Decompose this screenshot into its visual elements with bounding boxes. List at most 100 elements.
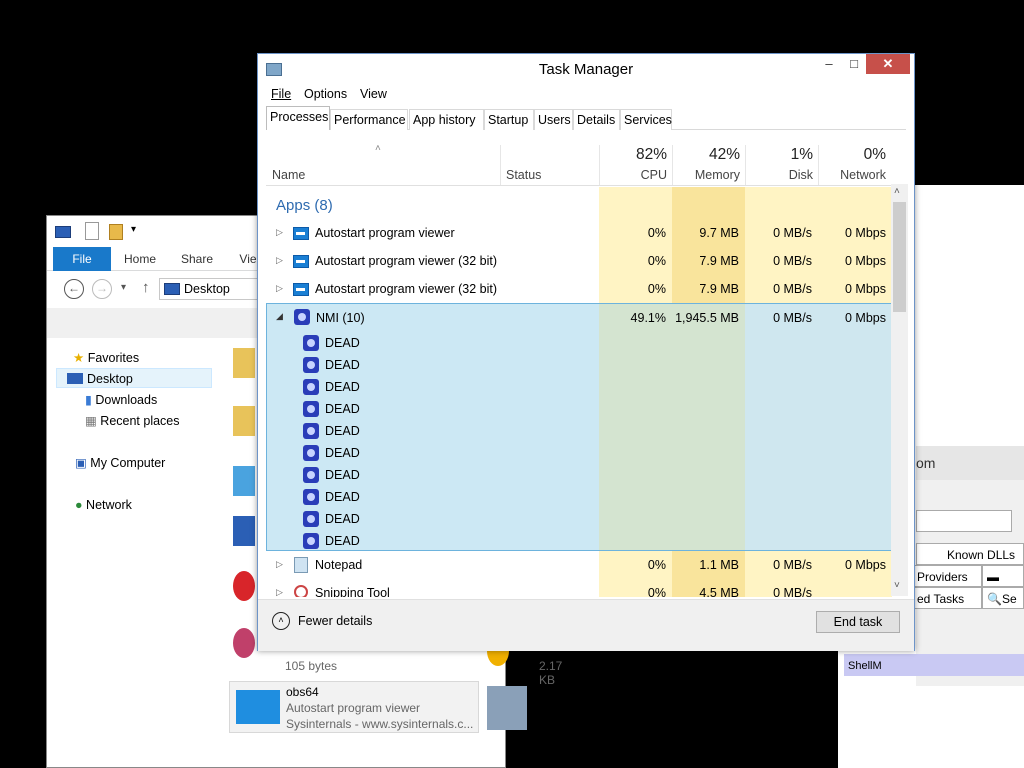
- header-cpu[interactable]: CPU: [599, 168, 667, 182]
- collapse-icon[interactable]: ◢: [276, 311, 283, 322]
- header-memory-total: 42%: [708, 146, 740, 163]
- installer-icon[interactable]: [487, 686, 527, 730]
- shortcut-icon[interactable]: [233, 628, 255, 658]
- child-process[interactable]: DEAD: [267, 398, 893, 420]
- table-row[interactable]: ▷ Autostart program viewer (32 bit) 0% 7…: [266, 247, 892, 275]
- tab-services[interactable]: 🔍Se: [982, 587, 1024, 609]
- snipping-tool-icon: [294, 585, 308, 597]
- child-process[interactable]: DEAD: [267, 420, 893, 442]
- autoruns-filter-input[interactable]: [916, 510, 1012, 532]
- header-disk-total: 1%: [790, 146, 813, 163]
- app-icon[interactable]: [233, 466, 255, 496]
- child-process[interactable]: DEAD: [267, 376, 893, 398]
- back-button[interactable]: ←: [64, 279, 84, 299]
- tab-scheduled-tasks[interactable]: ed Tasks: [912, 587, 982, 609]
- expand-icon[interactable]: ▷: [276, 227, 283, 238]
- table-row-nmi[interactable]: ◢ NMI (10) 49.1% 1,945.5 MB 0 MB/s 0 Mbp…: [267, 304, 893, 332]
- nmi-icon: [303, 423, 319, 439]
- shortcut-icon[interactable]: [233, 571, 255, 601]
- shortcut-icon[interactable]: [233, 516, 255, 546]
- nav-recent-places[interactable]: ▦ Recent places: [85, 411, 180, 431]
- tab-bar: Processes Performance App history Startu…: [266, 106, 906, 130]
- nav-desktop[interactable]: Desktop: [56, 368, 212, 388]
- child-process[interactable]: DEAD: [267, 442, 893, 464]
- child-process[interactable]: DEAD: [267, 464, 893, 486]
- tab-details[interactable]: Details: [573, 109, 620, 130]
- ribbon-tab-home[interactable]: Home: [117, 247, 163, 271]
- menu-file[interactable]: File: [271, 87, 291, 101]
- cpu-value: 0%: [647, 226, 666, 240]
- nav-my-computer[interactable]: ▣ My Computer: [75, 453, 165, 473]
- tab-known-dlls[interactable]: Known DLLs: [916, 543, 1024, 565]
- header-memory[interactable]: Memory: [672, 168, 740, 182]
- folder-icon[interactable]: [233, 348, 255, 378]
- close-button[interactable]: ✕: [866, 54, 910, 74]
- child-process-name: DEAD: [325, 380, 360, 394]
- minimize-button[interactable]: –: [816, 54, 842, 74]
- highlight-band: ShellM: [844, 654, 1024, 676]
- nav-favorites[interactable]: ★ Favorites: [73, 348, 139, 368]
- nav-network[interactable]: ● Network: [75, 495, 132, 515]
- child-process[interactable]: DEAD: [267, 332, 893, 354]
- memory-value: 1.1 MB: [699, 558, 739, 572]
- folder-icon[interactable]: [233, 406, 255, 436]
- up-button[interactable]: ↑: [142, 279, 150, 296]
- tab-app-history[interactable]: App history: [409, 109, 484, 130]
- expand-icon[interactable]: ▷: [276, 587, 283, 597]
- expand-icon[interactable]: ▷: [276, 283, 283, 294]
- tab-startup[interactable]: Startup: [484, 109, 534, 130]
- expand-icon[interactable]: ▷: [276, 255, 283, 266]
- maximize-button[interactable]: □: [842, 54, 866, 74]
- tab-providers[interactable]: Providers: [912, 565, 982, 587]
- end-task-button[interactable]: End task: [816, 611, 900, 633]
- fewer-details-label: Fewer details: [298, 614, 373, 628]
- menu-options[interactable]: Options: [304, 87, 347, 101]
- table-row[interactable]: ▷ Autostart program viewer 0% 9.7 MB 0 M…: [266, 219, 892, 247]
- child-process[interactable]: DEAD: [267, 508, 893, 530]
- nmi-icon: [294, 309, 310, 325]
- nmi-icon: [303, 445, 319, 461]
- tab-performance[interactable]: Performance: [330, 109, 408, 130]
- nav-recent-places-label: Recent places: [100, 414, 180, 428]
- sort-up-icon: ˄: [375, 143, 381, 154]
- nav-downloads[interactable]: ▮ Downloads: [85, 390, 157, 410]
- tab-scheduled-tasks-label: ed Tasks: [917, 592, 965, 606]
- child-process-name: DEAD: [325, 468, 360, 482]
- disk-value: 0 MB/s: [773, 254, 812, 268]
- properties-icon[interactable]: [85, 222, 99, 240]
- recent-dropdown-icon[interactable]: ▾: [121, 282, 126, 293]
- tab-printers[interactable]: ▬: [982, 565, 1024, 587]
- disk-value: 0 MB/s: [773, 226, 812, 240]
- vertical-scrollbar[interactable]: ˄ ˅: [891, 184, 908, 596]
- disk-value: 0 MB/s: [773, 558, 812, 572]
- scroll-up-icon[interactable]: ˄: [894, 186, 900, 197]
- table-row-notepad[interactable]: ▷ Notepad 0% 1.1 MB 0 MB/s 0 Mbps: [266, 551, 892, 579]
- tab-users[interactable]: Users: [534, 109, 573, 130]
- tab-processes[interactable]: Processes: [266, 106, 330, 130]
- header-network[interactable]: Network: [818, 168, 886, 182]
- file-item-obs64[interactable]: obs64 Autostart program viewer Sysintern…: [229, 681, 479, 733]
- selected-group-nmi[interactable]: ◢ NMI (10) 49.1% 1,945.5 MB 0 MB/s 0 Mbp…: [266, 303, 892, 551]
- child-process[interactable]: DEAD: [267, 354, 893, 376]
- header-name[interactable]: Name: [272, 168, 305, 182]
- disk-value: 0 MB/s: [773, 311, 812, 325]
- expand-icon[interactable]: ▷: [276, 559, 283, 570]
- header-status[interactable]: Status: [506, 168, 541, 182]
- forward-button[interactable]: →: [92, 279, 112, 299]
- address-text: Desktop: [184, 282, 230, 296]
- downloads-icon: ▮: [85, 393, 92, 407]
- header-disk[interactable]: Disk: [745, 168, 813, 182]
- new-folder-icon[interactable]: [109, 224, 123, 240]
- scroll-down-icon[interactable]: ˅: [894, 580, 900, 591]
- table-row[interactable]: ▷ Autostart program viewer (32 bit) 0% 7…: [266, 275, 892, 303]
- qat-dropdown-icon[interactable]: ▾: [131, 224, 136, 235]
- ribbon-tab-share[interactable]: Share: [173, 247, 221, 271]
- ribbon-tab-file[interactable]: File: [53, 247, 111, 271]
- scrollbar-thumb[interactable]: [893, 202, 906, 312]
- tab-services[interactable]: Services: [620, 109, 672, 130]
- child-process[interactable]: DEAD: [267, 530, 893, 552]
- menu-view[interactable]: View: [360, 87, 387, 101]
- nav-downloads-label: Downloads: [95, 393, 158, 407]
- table-row-snipping[interactable]: ▷ Snipping Tool 0% 4.5 MB 0 MB/s: [266, 579, 892, 597]
- child-process[interactable]: DEAD: [267, 486, 893, 508]
